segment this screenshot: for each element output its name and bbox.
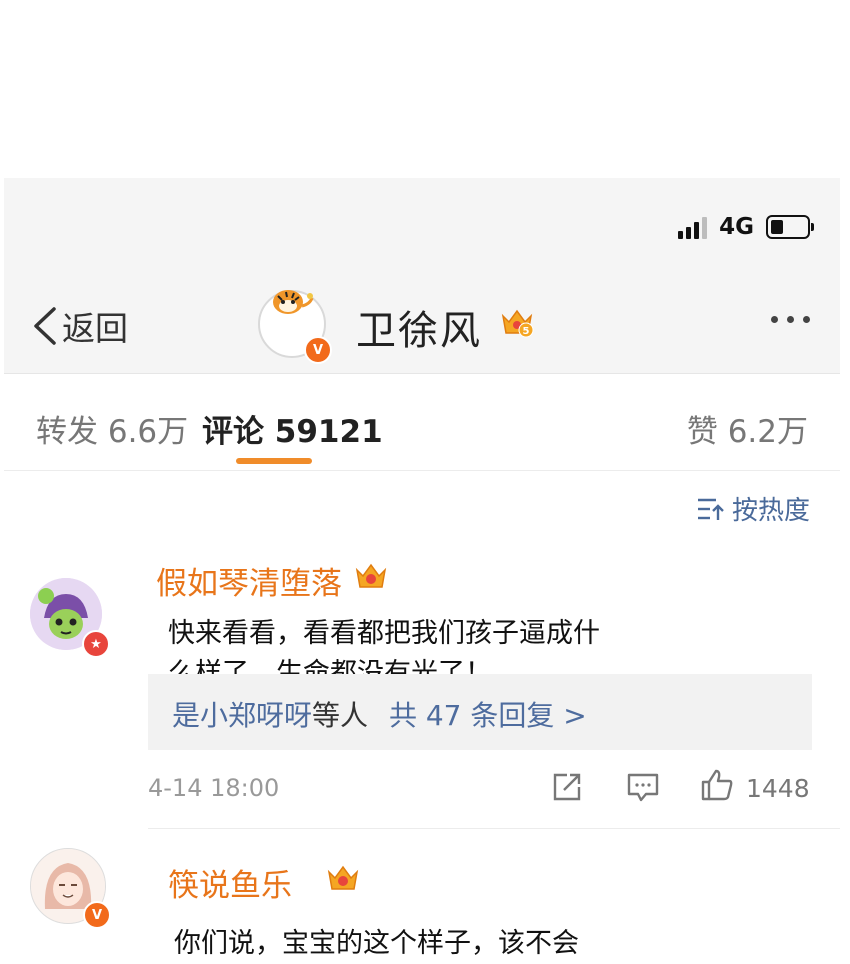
signal-icon: [678, 215, 708, 239]
divider: [148, 828, 840, 829]
replies-box[interactable]: 是小郑呀呀等人 共 47 条回复 >: [148, 674, 812, 750]
active-tab-indicator: [236, 458, 312, 464]
network-label: 4G: [719, 214, 754, 240]
top-bar: 4G 返回 V 卫徐风 5: [4, 178, 840, 374]
commenter-name[interactable]: 假如琴清堕落: [156, 558, 342, 603]
svg-text:5: 5: [523, 326, 530, 337]
sort-by-hot-button[interactable]: 按热度: [696, 490, 810, 527]
dot-icon: [771, 316, 778, 323]
vip-crown-icon: 5: [501, 309, 534, 338]
reply-others: 等人: [312, 699, 369, 732]
share-icon: [553, 773, 581, 801]
verified-badge: ★: [82, 630, 110, 658]
author-avatar[interactable]: V: [258, 290, 332, 364]
comment-text: 你们说，宝宝的这个样子，该不会: [174, 928, 579, 959]
battery-icon: [766, 215, 814, 239]
replies-link[interactable]: 是小郑呀呀等人 共 47 条回复 >: [172, 694, 587, 734]
commenter-avatar[interactable]: ★: [30, 578, 110, 658]
commenter-name[interactable]: 筷说鱼乐: [168, 860, 292, 905]
tab-bar: 转发 6.6万 评论 59121 赞 6.2万: [4, 374, 840, 471]
tab-likes[interactable]: 赞 6.2万: [687, 406, 808, 451]
like-count: 1448: [746, 774, 810, 803]
commenter-avatar[interactable]: V: [30, 848, 111, 929]
sort-icon: [697, 498, 724, 520]
comment-icon: [627, 773, 659, 802]
tab-comments[interactable]: 评论 59121: [202, 406, 383, 451]
reply-user[interactable]: 是小郑呀呀: [172, 699, 312, 732]
tab-reposts[interactable]: 转发 6.6万: [36, 406, 188, 451]
reply-count[interactable]: 共 47 条回复 >: [389, 699, 587, 732]
weibo-comment-screen: 4G 返回 V 卫徐风 5 转发 6.6万 评论 59121 赞 6.2万 按热…: [4, 178, 840, 964]
comment-button[interactable]: [626, 770, 660, 808]
dot-icon: [787, 316, 794, 323]
page-title: 卫徐风: [356, 308, 482, 354]
thumbs-up-icon: [701, 769, 733, 801]
status-bar: 4G: [678, 214, 814, 240]
tiger-avatar-icon: [273, 290, 314, 314]
back-label: 返回: [62, 309, 128, 348]
more-options-button[interactable]: [771, 316, 810, 323]
comment-time: 4-14 18:00: [148, 774, 280, 802]
verified-badge: V: [304, 336, 332, 364]
chevron-left-icon: [34, 307, 56, 345]
vip-crown-icon: [355, 563, 387, 588]
like-button[interactable]: [700, 768, 734, 806]
vip-crown-icon: [327, 865, 359, 890]
share-button[interactable]: [550, 770, 584, 808]
dot-icon: [803, 316, 810, 323]
sort-label: 按热度: [731, 496, 810, 526]
verified-badge: V: [83, 901, 111, 929]
back-button[interactable]: 返回: [30, 302, 128, 350]
